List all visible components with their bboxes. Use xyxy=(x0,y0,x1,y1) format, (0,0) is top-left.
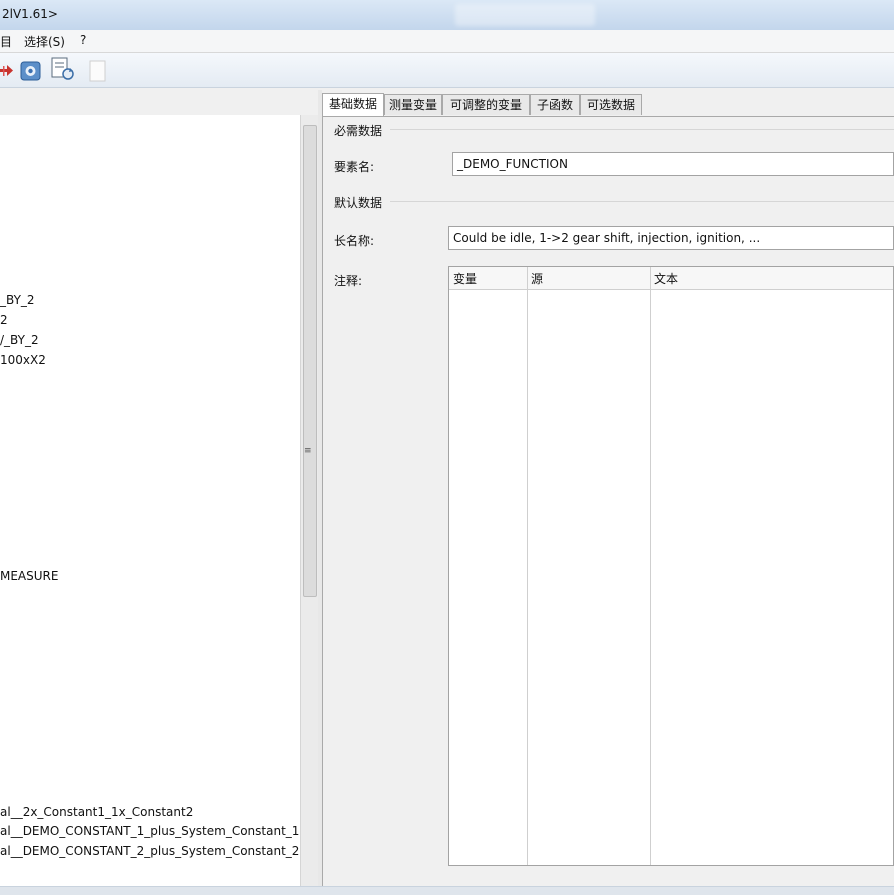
tab-sub-functions[interactable]: 子函数 xyxy=(530,94,580,115)
window-titlebar: 2lV1.61> xyxy=(0,0,894,31)
long-name-label: 长名称: xyxy=(334,234,375,248)
grid-column-divider xyxy=(527,267,528,865)
tree-item[interactable]: 2 xyxy=(0,313,8,327)
grid-column-divider xyxy=(650,267,651,865)
section-divider xyxy=(390,201,894,202)
element-name-label: 要素名: xyxy=(334,160,375,174)
tree-item[interactable]: MEASURE xyxy=(0,569,58,583)
document-refresh-icon[interactable] xyxy=(50,56,74,80)
tree-item[interactable]: /_BY_2 xyxy=(0,333,39,347)
settings-icon[interactable] xyxy=(20,60,42,82)
comment-label: 注释: xyxy=(334,274,363,288)
window-title: 2lV1.61> xyxy=(2,7,58,21)
toolbar xyxy=(0,53,894,88)
arrow-right-red-icon[interactable] xyxy=(0,60,22,82)
tree-scrollbar[interactable] xyxy=(300,115,318,886)
tab-basic-data[interactable]: 基础数据 xyxy=(322,93,384,116)
comment-grid-header: 变量 源 文本 xyxy=(449,267,893,290)
menu-item-help[interactable]: ? xyxy=(80,33,86,47)
tree-item[interactable]: al__DEMO_CONSTANT_1_plus_System_Constant… xyxy=(0,824,299,838)
tree-item[interactable]: al__2x_Constant1_1x_Constant2 xyxy=(0,805,193,819)
splitter-grip-icon[interactable]: ≡ xyxy=(304,446,312,456)
tab-adjustable-variables[interactable]: 可调整的变量 xyxy=(442,94,530,115)
grid-header-text[interactable]: 文本 xyxy=(654,270,678,287)
grid-header-variable[interactable]: 变量 xyxy=(453,270,477,287)
section-divider xyxy=(390,129,894,130)
tree-item[interactable]: al__DEMO_CONSTANT_2_plus_System_Constant… xyxy=(0,844,299,858)
tab-optional-data[interactable]: 可选数据 xyxy=(580,94,642,115)
tree-panel: _BY_2 2 /_BY_2 100xX2 MEASURE al__2x_Con… xyxy=(0,115,300,886)
blank-document-icon[interactable] xyxy=(87,60,109,82)
tree-item[interactable]: _BY_2 xyxy=(0,293,35,307)
tree-item[interactable]: 100xX2 xyxy=(0,353,46,367)
section-default-data: 默认数据 xyxy=(334,196,383,210)
long-name-field[interactable]: Could be idle, 1->2 gear shift, injectio… xyxy=(448,226,894,250)
tree-scrollbar-thumb[interactable] xyxy=(303,125,317,597)
menu-item-project[interactable]: 目 xyxy=(0,33,12,50)
blurred-taskbar-item xyxy=(455,4,595,26)
element-name-field[interactable]: _DEMO_FUNCTION xyxy=(452,152,894,176)
tab-measure-variables[interactable]: 测量变量 xyxy=(384,94,442,115)
section-required-data: 必需数据 xyxy=(334,124,383,138)
grid-header-source[interactable]: 源 xyxy=(531,270,543,287)
menu-item-select[interactable]: 选择(S) xyxy=(24,33,65,50)
comment-grid[interactable]: 变量 源 文本 xyxy=(448,266,894,866)
menu-bar: 目 选择(S) ? xyxy=(0,30,894,53)
